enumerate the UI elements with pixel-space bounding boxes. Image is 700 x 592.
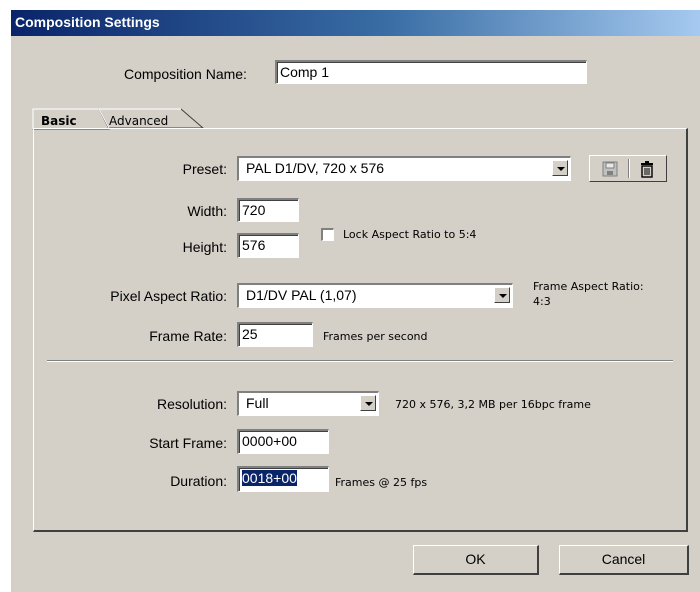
lock-aspect-checkbox[interactable] bbox=[321, 228, 334, 241]
delete-preset-icon[interactable] bbox=[638, 160, 656, 178]
tab-basic[interactable]: Basic bbox=[41, 114, 77, 128]
preset-dropdown[interactable]: PAL D1/DV, 720 x 576 bbox=[237, 156, 571, 181]
composition-name-label: Composition Name: bbox=[124, 66, 247, 82]
frame-aspect-value: 4:3 bbox=[533, 295, 551, 308]
section-divider bbox=[47, 360, 673, 362]
tab-advanced[interactable]: Advanced bbox=[109, 114, 168, 128]
title-bar: Composition Settings bbox=[11, 10, 700, 36]
window-title: Composition Settings bbox=[15, 14, 160, 30]
resolution-info: 720 x 576, 3,2 MB per 16bpc frame bbox=[395, 398, 591, 411]
duration-label: Duration: bbox=[170, 473, 227, 489]
height-input[interactable]: 576 bbox=[237, 233, 299, 258]
chevron-down-icon bbox=[552, 160, 568, 176]
chevron-down-icon bbox=[360, 395, 376, 411]
chevron-down-icon bbox=[494, 287, 510, 303]
frame-rate-label: Frame Rate: bbox=[149, 328, 227, 344]
duration-info: Frames @ 25 fps bbox=[335, 476, 428, 489]
preset-buttons-group bbox=[589, 155, 667, 182]
pixel-aspect-label: Pixel Aspect Ratio: bbox=[110, 288, 227, 304]
resolution-dropdown[interactable]: Full bbox=[237, 391, 379, 416]
duration-input[interactable]: 0018+00 bbox=[237, 466, 329, 492]
height-label: Height: bbox=[182, 239, 227, 255]
frame-rate-unit: Frames per second bbox=[323, 330, 428, 343]
width-label: Width: bbox=[187, 203, 227, 219]
start-frame-label: Start Frame: bbox=[149, 435, 227, 451]
frame-aspect-label: Frame Aspect Ratio: bbox=[533, 280, 644, 293]
composition-name-input[interactable]: Comp 1 bbox=[275, 60, 587, 84]
start-frame-input[interactable]: 0000+00 bbox=[237, 429, 329, 454]
composition-settings-dialog: Composition Settings Composition Name: C… bbox=[10, 10, 700, 592]
frame-rate-input[interactable]: 25 bbox=[237, 322, 313, 347]
pixel-aspect-dropdown[interactable]: D1/DV PAL (1,07) bbox=[237, 283, 513, 308]
lock-aspect-label: Lock Aspect Ratio to 5:4 bbox=[343, 228, 477, 241]
ok-button[interactable]: OK bbox=[413, 545, 539, 575]
resolution-label: Resolution: bbox=[156, 396, 227, 412]
preset-label: Preset: bbox=[182, 161, 227, 177]
save-preset-icon[interactable] bbox=[602, 161, 618, 177]
width-input[interactable]: 720 bbox=[237, 198, 299, 222]
cancel-button[interactable]: Cancel bbox=[559, 545, 689, 575]
